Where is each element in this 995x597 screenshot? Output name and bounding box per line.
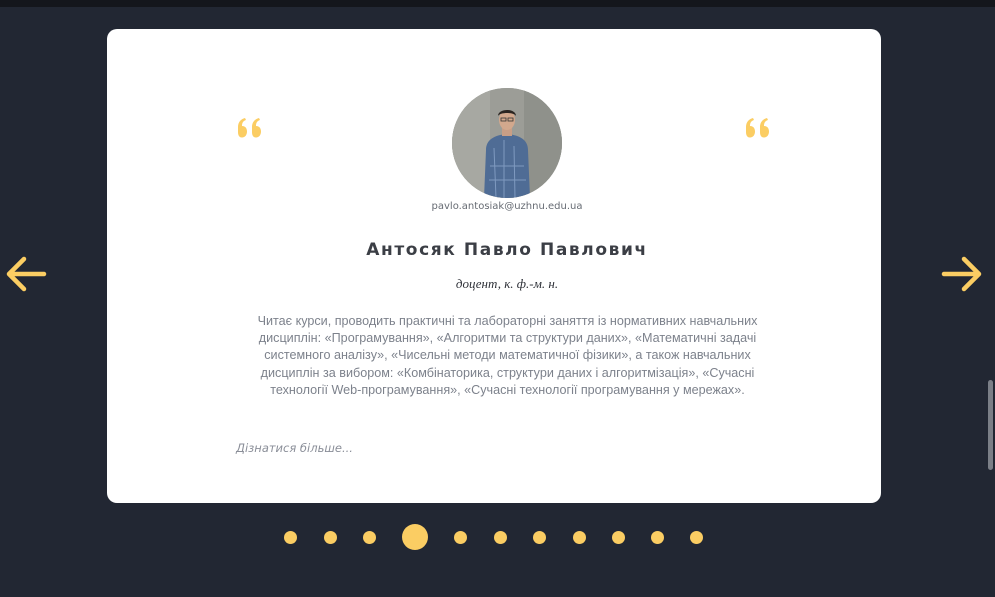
carousel-dot[interactable] (532, 531, 546, 544)
scrollbar-thumb[interactable] (988, 380, 993, 470)
carousel-dot[interactable] (689, 531, 703, 544)
carousel-dot[interactable] (572, 531, 586, 544)
carousel-dot[interactable] (453, 531, 467, 544)
avatar (452, 88, 562, 198)
learn-more-link[interactable]: Дізнатися більше... (236, 441, 353, 455)
carousel-dot[interactable] (493, 531, 507, 544)
arrow-right-icon[interactable] (940, 252, 984, 296)
profile-email[interactable]: pavlo.antosiak@uzhnu.edu.ua (107, 201, 907, 212)
carousel-dot[interactable] (283, 531, 297, 544)
carousel-dot[interactable] (362, 531, 376, 544)
carousel-dot[interactable] (650, 531, 664, 544)
quote-icon (238, 118, 261, 138)
carousel-pagination (0, 523, 995, 553)
scrollbar-track[interactable] (986, 7, 995, 597)
carousel-dot[interactable] (611, 531, 625, 544)
profile-position: доцент, к. ф.-м. н. (455, 276, 559, 291)
arrow-left-icon[interactable] (4, 252, 48, 296)
top-bar (0, 0, 995, 7)
carousel-dot[interactable] (402, 524, 428, 550)
profile-description: Читає курси, проводить практичні та лабо… (257, 314, 758, 397)
carousel-dot[interactable] (323, 531, 337, 544)
quote-icon (746, 118, 769, 138)
profile-name: Антосяк Павло Павлович (366, 240, 648, 260)
